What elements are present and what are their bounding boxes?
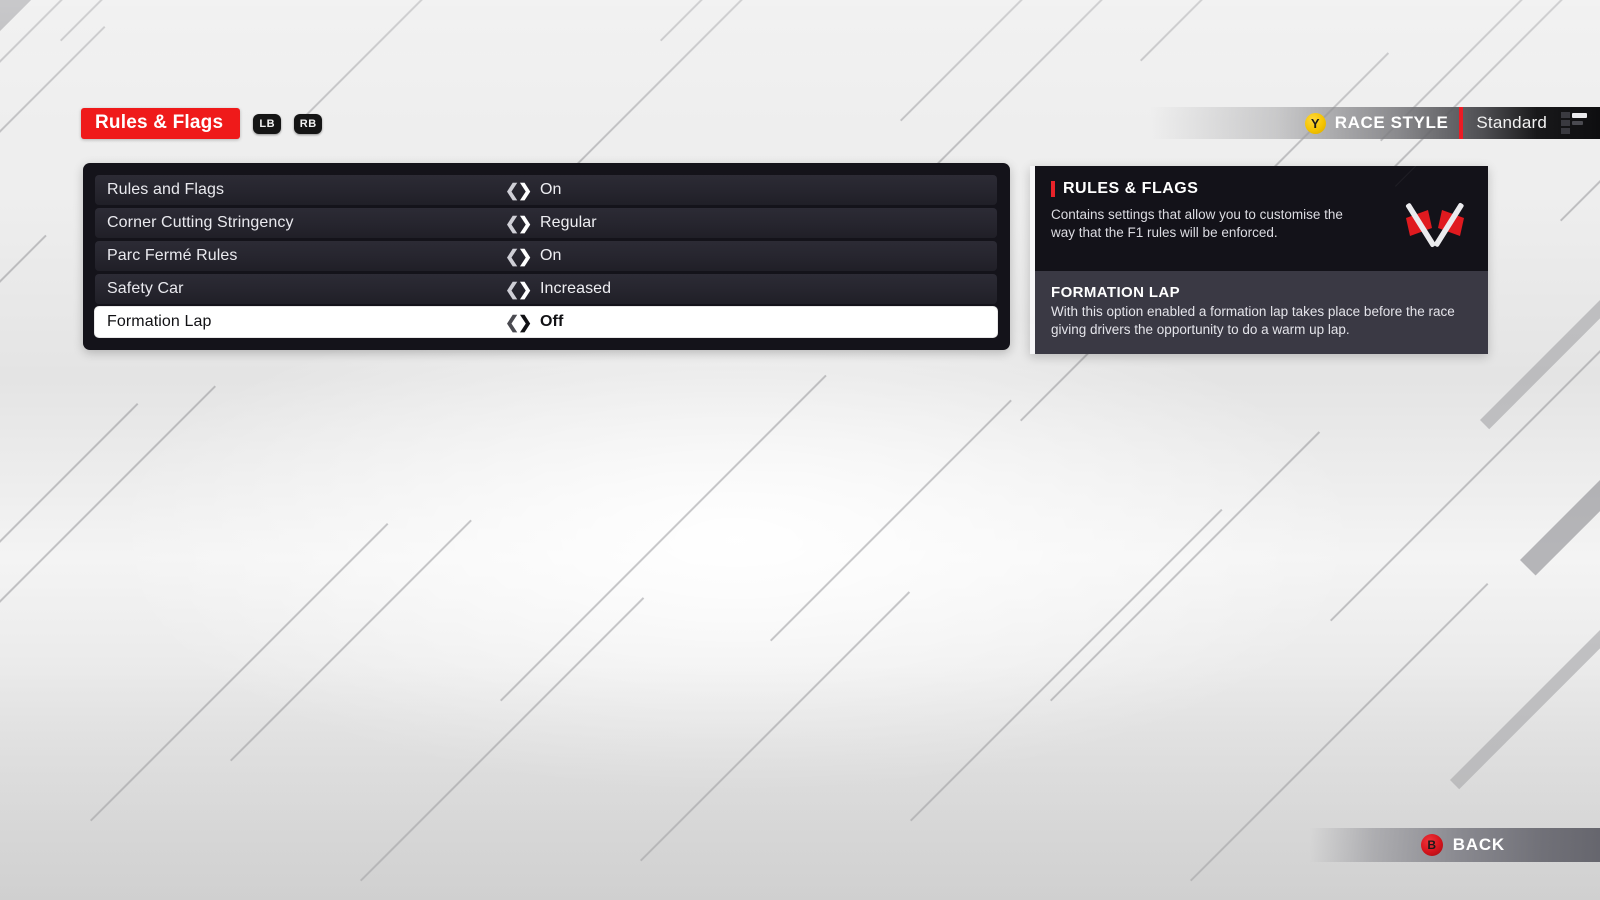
info-category-description: Contains settings that allow you to cust… xyxy=(1051,207,1343,240)
left-bumper-icon[interactable]: LB xyxy=(253,113,282,134)
info-item-title: FORMATION LAP xyxy=(1051,284,1181,301)
settings-row-value: Regular xyxy=(540,214,597,231)
settings-row[interactable]: Parc Fermé Rules ❮ ❯ On xyxy=(95,241,997,271)
race-style-divider xyxy=(1459,107,1464,139)
settings-row-label: Parc Fermé Rules xyxy=(107,247,238,264)
chevron-right-icon[interactable]: ❯ xyxy=(518,281,532,298)
chevron-right-icon[interactable]: ❯ xyxy=(518,314,532,331)
settings-row[interactable]: Safety Car ❮ ❯ Increased xyxy=(95,274,997,304)
settings-row-value: Off xyxy=(540,313,564,330)
info-title-accent-bar xyxy=(1051,181,1055,197)
settings-row-label: Formation Lap xyxy=(107,313,212,330)
settings-row[interactable]: Formation Lap ❮ ❯ Off xyxy=(95,307,997,337)
chevron-left-icon[interactable]: ❮ xyxy=(505,281,519,298)
page-header: Rules & Flags LB RB xyxy=(81,108,323,139)
race-style-bar[interactable]: Y RACE STYLE Standard xyxy=(1150,107,1600,139)
crossed-flags-icon xyxy=(1405,202,1464,248)
chevron-left-icon[interactable]: ❮ xyxy=(505,215,519,232)
race-style-value: Standard xyxy=(1476,113,1547,132)
info-item-description: With this option enabled a formation lap… xyxy=(1051,304,1455,337)
race-style-label: RACE STYLE xyxy=(1334,113,1449,132)
settings-row-value: On xyxy=(540,247,562,264)
b-button-glyph: B xyxy=(1427,838,1437,852)
info-panel: RULES & FLAGS Contains settings that all… xyxy=(1030,166,1488,355)
settings-row-selector[interactable]: ❮ ❯ Off xyxy=(505,313,563,331)
settings-row-value: On xyxy=(540,181,562,198)
back-button[interactable]: B BACK xyxy=(1310,828,1600,862)
y-button-glyph: Y xyxy=(1310,115,1320,131)
right-bumper-label: RB xyxy=(299,117,317,130)
left-bumper-label: LB xyxy=(259,117,276,130)
settings-row-label: Safety Car xyxy=(107,280,184,297)
y-button-icon[interactable]: Y xyxy=(1304,112,1326,134)
settings-row[interactable]: Corner Cutting Stringency ❮ ❯ Regular xyxy=(95,208,997,238)
chevron-left-icon[interactable]: ❮ xyxy=(505,314,519,331)
settings-row-label: Corner Cutting Stringency xyxy=(107,214,294,231)
settings-row-selector[interactable]: ❮ ❯ Increased xyxy=(505,280,611,298)
back-button-label: BACK xyxy=(1452,835,1505,854)
difficulty-list-icon xyxy=(1561,112,1587,134)
settings-row-selector[interactable]: ❮ ❯ On xyxy=(505,181,562,199)
settings-row-selector[interactable]: ❮ ❯ Regular xyxy=(505,214,597,232)
right-bumper-icon[interactable]: RB xyxy=(294,113,323,134)
tab-rules-and-flags[interactable]: Rules & Flags xyxy=(81,108,241,139)
chevron-right-icon[interactable]: ❯ xyxy=(518,248,532,265)
settings-panel: Rules and Flags ❮ ❯ On Corner Cutting String… xyxy=(83,163,1010,350)
chevron-right-icon[interactable]: ❯ xyxy=(518,182,532,199)
chevron-right-icon[interactable]: ❯ xyxy=(518,215,532,232)
settings-row-label: Rules and Flags xyxy=(107,181,225,198)
chevron-left-icon[interactable]: ❮ xyxy=(505,182,519,199)
info-category-title: RULES & FLAGS xyxy=(1063,180,1199,197)
info-panel-category-section: RULES & FLAGS Contains settings that all… xyxy=(1035,166,1488,271)
settings-row-selector[interactable]: ❮ ❯ On xyxy=(505,247,562,265)
settings-row-value: Increased xyxy=(540,280,612,297)
tab-label: Rules & Flags xyxy=(95,111,224,133)
chevron-left-icon[interactable]: ❮ xyxy=(505,248,519,265)
info-panel-item-section: FORMATION LAP With this option enabled a… xyxy=(1035,271,1488,355)
b-button-icon[interactable]: B xyxy=(1420,834,1443,856)
settings-row[interactable]: Rules and Flags ❮ ❯ On xyxy=(95,175,997,205)
